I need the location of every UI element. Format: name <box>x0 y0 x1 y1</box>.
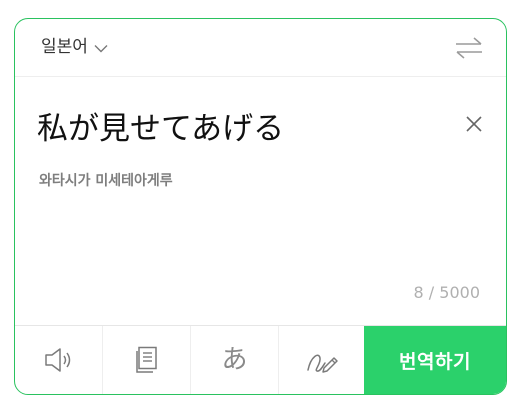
close-icon <box>466 116 482 132</box>
hiragana-keyboard-icon: あ <box>221 345 248 375</box>
clear-input-button[interactable] <box>464 114 484 134</box>
character-count: 8 / 5000 <box>413 283 480 302</box>
translate-button[interactable]: 번역하기 <box>364 326 506 394</box>
chevron-down-icon <box>94 44 108 53</box>
swap-languages-button[interactable] <box>454 37 484 59</box>
input-area[interactable]: 私が見せてあげる 와타시가 미세테아게루 8 / 5000 <box>15 78 506 326</box>
swap-arrows-icon <box>456 37 482 59</box>
text-document-button[interactable] <box>103 326 191 394</box>
hiragana-keyboard-button[interactable]: あ <box>191 326 279 394</box>
document-icon <box>135 346 157 373</box>
input-toolbar: あ 번역하기 <box>15 325 506 394</box>
translator-card: 일본어 私が見せてあげる 와타시가 미세테아게루 8 / 5000 あ 번역하기 <box>14 18 507 395</box>
source-language-label: 일본어 <box>41 37 88 57</box>
language-header: 일본어 <box>15 19 506 77</box>
source-language-dropdown[interactable]: 일본어 <box>41 35 108 59</box>
pronunciation-text: 와타시가 미세테아게루 <box>39 173 173 189</box>
source-text-input[interactable]: 私が見せてあげる <box>37 109 284 149</box>
handwriting-icon <box>306 354 338 373</box>
speaker-icon <box>44 348 70 372</box>
listen-button[interactable] <box>15 326 103 394</box>
handwriting-button[interactable] <box>279 326 364 394</box>
